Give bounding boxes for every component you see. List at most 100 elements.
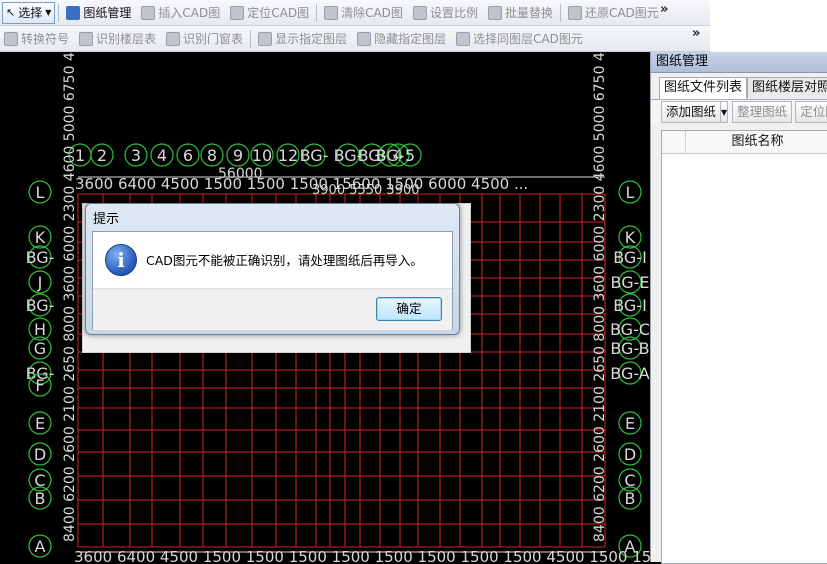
top-dimension-total: 56000 (218, 166, 263, 182)
left-axis-label: D (34, 445, 46, 464)
toolbar2-button-label: 显示指定图层 (275, 32, 348, 46)
column-header-drawing-name[interactable]: 图纸名称 (686, 131, 827, 153)
batch-replace-icon: batch-replace-icon (487, 5, 502, 20)
left-axis-label: G (34, 339, 46, 358)
toolbar1-button-label: 清除CAD图 (341, 6, 403, 20)
cursor-icon: ↖ (6, 6, 16, 19)
message-dialog: 提示 i CAD图元不能被正确识别，请处理图纸后再导入。 确定 (85, 203, 460, 335)
top-axis-label: BG- (300, 146, 329, 165)
dialog-message-area: i CAD图元不能被正确识别，请处理图纸后再导入。 (93, 232, 452, 288)
top-axis-label: 3 (131, 146, 141, 165)
toolbar1-button-3[interactable]: clear-cad-icon清除CAD图 (320, 2, 407, 24)
drawing-list-table[interactable]: 图纸名称 (661, 130, 827, 564)
toolbar1-button-1[interactable]: insert-cad-icon插入CAD图 (137, 2, 224, 24)
dialog-title: 提示 (93, 212, 120, 227)
cad-toolbar: convert-symbol-icon转换符号identify-floor-ta… (0, 26, 710, 52)
panel-toolbar: 添加图纸 ▼ 整理图纸 定位图 (651, 99, 827, 124)
right-axis-label: BG-I (613, 296, 647, 315)
identify-door-window-icon: identify-door-window-icon (166, 31, 181, 46)
toolbar1-button-label: 插入CAD图 (158, 6, 221, 20)
toolbar-separator (316, 3, 318, 22)
toolbar2-button-3[interactable]: show-layer-icon显示指定图层 (254, 28, 351, 50)
dialog-body: i CAD图元不能被正确识别，请处理图纸后再导入。 确定 (92, 231, 453, 330)
toolbar1-button-label: 定位CAD图 (247, 6, 310, 20)
left-axis-label: E (35, 414, 45, 433)
right-axis-label: BG-E (611, 273, 650, 292)
right-axis-label: B (625, 489, 636, 508)
right-axis-label: L (626, 183, 635, 202)
top-axis-label: 4 (157, 146, 167, 165)
dialog-message: CAD图元不能被正确识别，请处理图纸后再导入。 (146, 253, 423, 268)
toolbar1-button-label: 还原CAD图元 (584, 6, 659, 20)
toolbar-more-icon[interactable]: » (660, 2, 668, 17)
top-axis-label: 2 (97, 146, 107, 165)
left-axis-label: F (35, 376, 44, 395)
top-axis-label: 12 (278, 146, 298, 165)
toolbar-separator (58, 3, 60, 22)
toolbar2-button-1[interactable]: identify-floor-table-icon识别楼层表 (75, 28, 160, 50)
top-dimension-text: 3600 6400 4500 1500 1500 1500 15600 1500… (75, 175, 528, 193)
drawing-manage-icon: drawing-manage-icon (66, 5, 81, 20)
top-axis-label: 8 (207, 146, 217, 165)
left-axis-label: BG- (26, 296, 55, 315)
left-axis-label: B (35, 489, 46, 508)
toolbar-separator (250, 29, 252, 48)
toolbar1-button-0[interactable]: drawing-manage-icon图纸管理 (62, 2, 135, 24)
top-axis-label: 6 (183, 146, 193, 165)
left-axis-label: J (37, 273, 43, 292)
insert-cad-icon: insert-cad-icon (141, 5, 156, 20)
panel-tabs: 图纸文件列表 图纸楼层对照表 (651, 73, 827, 99)
toolbar1-button-6[interactable]: restore-cad-icon还原CAD图元 (564, 2, 663, 24)
toolbar1-button-5[interactable]: batch-replace-icon批量替换 (484, 2, 557, 24)
top-axis-label: 9 (233, 146, 243, 165)
toolbar2-button-5[interactable]: select-same-layer-icon选择同图层CAD图元 (452, 28, 587, 50)
right-vertical-dimension: 8400 6200 2600 2100 2650 8000 3600 6000 … (592, 52, 608, 542)
row-header-column (662, 131, 686, 153)
toolbar2-button-2[interactable]: identify-door-window-icon识别门窗表 (162, 28, 247, 50)
toolbar2-button-label: 转换符号 (21, 32, 70, 46)
clear-cad-icon: clear-cad-icon (324, 5, 339, 20)
panel-title: 图纸管理 (651, 52, 827, 73)
identify-floor-table-icon: identify-floor-table-icon (79, 31, 94, 46)
select-button[interactable]: ↖ 选择 ▼ (2, 1, 56, 24)
right-axis-label: BG-I (613, 248, 647, 267)
top-axis-label: 5 (405, 146, 415, 165)
toolbar2-more-icon[interactable]: » (692, 26, 700, 41)
main-toolbar: ↖ 选择 ▼ drawing-manage-icon图纸管理insert-cad… (0, 0, 710, 26)
select-same-layer-icon: select-same-layer-icon (456, 31, 471, 46)
left-vertical-dimension: 8400 6200 2600 2100 2650 8000 3600 6000 … (62, 52, 78, 542)
left-axis-label: BG- (26, 248, 55, 267)
chevron-down-icon[interactable]: ▼ (45, 8, 51, 17)
bottom-dimension-text: 3600 6400 4500 1500 1500 1500 1500 1500 … (74, 548, 650, 562)
info-icon: i (105, 244, 137, 276)
right-axis-label: E (625, 414, 635, 433)
right-axis-label: BG-B (610, 339, 649, 358)
convert-symbol-icon: convert-symbol-icon (4, 31, 18, 46)
top-dimension-sub: 3900 5550 3900 (312, 183, 420, 198)
toolbar2-button-label: 隐藏指定图层 (374, 32, 447, 46)
left-axis-label: H (34, 320, 46, 339)
left-axis-label: A (35, 537, 46, 556)
toolbar1-button-4[interactable]: scale-icon设置比例 (409, 2, 482, 24)
restore-cad-icon: restore-cad-icon (567, 5, 582, 20)
organize-drawing-button[interactable]: 整理图纸 (732, 101, 793, 123)
locate-cad-icon: locate-cad-icon (230, 5, 245, 20)
toolbar2-button-label: 识别门窗表 (183, 32, 244, 46)
locate-drawing-button[interactable]: 定位图 (795, 101, 827, 123)
right-axis-label: K (625, 228, 636, 247)
toolbar1-button-2[interactable]: locate-cad-icon定位CAD图 (226, 2, 313, 24)
top-axis-label: 10 (252, 146, 272, 165)
hide-layer-icon: hide-layer-icon (357, 31, 372, 46)
ok-button[interactable]: 确定 (376, 297, 442, 321)
add-drawing-button[interactable]: 添加图纸 (661, 101, 722, 123)
toolbar2-button-0[interactable]: convert-symbol-icon转换符号 (0, 28, 73, 50)
tab-drawing-floor-table[interactable]: 图纸楼层对照表 (747, 77, 827, 98)
tab-drawing-file-list[interactable]: 图纸文件列表 (659, 77, 748, 99)
right-axis-label: BG-A (610, 364, 650, 383)
toolbar2-button-label: 识别楼层表 (96, 32, 157, 46)
toolbar1-button-label: 图纸管理 (83, 6, 132, 20)
toolbar2-button-4[interactable]: hide-layer-icon隐藏指定图层 (353, 28, 450, 50)
drawing-management-panel: 图纸管理 图纸文件列表 图纸楼层对照表 添加图纸 ▼ 整理图纸 定位图 图纸名称 (650, 52, 827, 564)
toolbar1-button-label: 设置比例 (429, 6, 478, 20)
add-drawing-dropdown-icon[interactable]: ▼ (721, 101, 729, 123)
